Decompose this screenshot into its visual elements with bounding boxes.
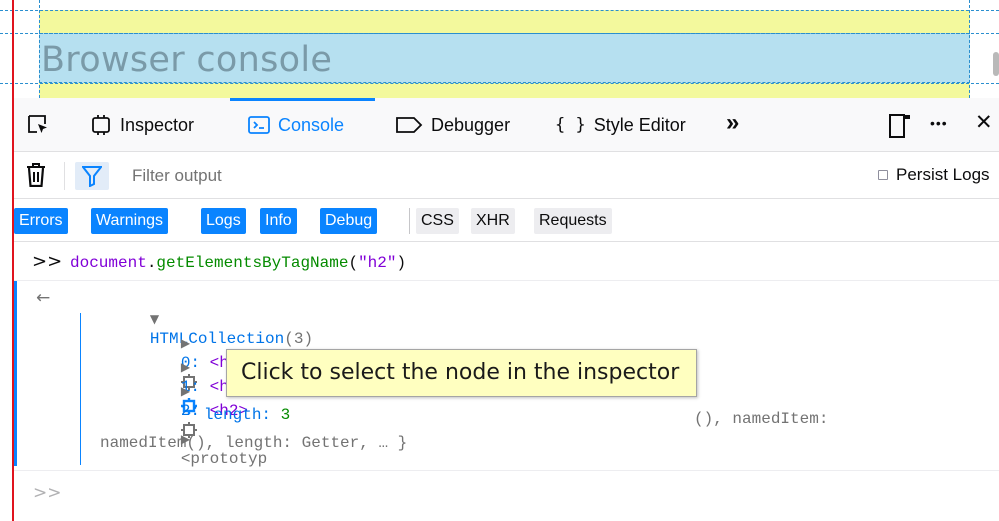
console-icon	[248, 116, 270, 134]
tab-debugger-label: Debugger	[431, 114, 511, 135]
highlighter-guide-top	[0, 10, 999, 11]
console-filter-bar: Persist Logs	[14, 153, 999, 199]
level-filter-separator	[409, 208, 410, 234]
style-editor-icon: { }	[555, 115, 586, 135]
command-method: getElementsByTagName	[156, 254, 349, 272]
command-close-paren: )	[396, 254, 407, 272]
filter-requests-button[interactable]: Requests	[534, 208, 612, 234]
filter-toggle-button[interactable]	[75, 162, 109, 190]
page-heading: Browser console	[41, 40, 333, 80]
node-select-tooltip: Click to select the node in the inspecto…	[226, 349, 697, 397]
page-preview: Browser console	[0, 0, 999, 98]
filter-output-input[interactable]	[132, 165, 732, 187]
collection-count: (3)	[284, 330, 314, 348]
clear-output-button[interactable]	[25, 163, 47, 192]
inspector-icon	[92, 115, 110, 135]
tab-style-editor-label: Style Editor	[593, 114, 686, 135]
command-prompt-icon: >>	[32, 251, 63, 272]
toolbox-tabbar: Inspector Console Debugger { } Style Edi…	[14, 98, 999, 152]
filter-errors-button[interactable]: Errors	[14, 208, 68, 234]
console-command-row: >> document.getElementsByTagName("h2")	[14, 243, 999, 281]
command-object: document	[70, 254, 147, 272]
length-value: 3	[280, 406, 291, 424]
highlighter-guide-content-top	[0, 33, 999, 34]
tab-inspector[interactable]: Inspector	[90, 98, 194, 152]
highlighter-guide-content-bottom	[0, 83, 999, 84]
chevron-double-right-icon: »	[726, 109, 740, 136]
command-argument: "h2"	[358, 254, 397, 272]
responsive-mode-icon	[889, 114, 910, 138]
page-scrollbar[interactable]	[993, 52, 999, 76]
filter-css-button[interactable]: CSS	[416, 208, 459, 234]
debugger-icon	[396, 117, 423, 133]
persist-logs-label: Persist Logs	[896, 165, 990, 184]
tab-debugger[interactable]: Debugger	[395, 98, 510, 152]
result-arrow-icon: ←	[36, 288, 51, 308]
tab-console-label: Console	[278, 114, 345, 135]
filter-separator	[64, 162, 65, 190]
command-dot: .	[146, 254, 157, 272]
dock-options-button[interactable]	[888, 113, 912, 145]
console-level-filters: Errors Warnings Logs Info Debug CSS XHR …	[14, 200, 999, 242]
filter-info-button[interactable]: Info	[260, 208, 297, 234]
tab-console[interactable]: Console	[248, 98, 344, 152]
tab-inspector-label: Inspector	[120, 114, 195, 135]
trash-icon	[27, 163, 45, 188]
meatball-menu-button[interactable]: •••	[930, 115, 948, 131]
meatball-icon: •••	[930, 115, 948, 131]
persist-logs-checkbox[interactable]	[878, 170, 888, 180]
element-picker-icon	[28, 115, 47, 133]
element-picker-button[interactable]	[26, 113, 50, 142]
filter-xhr-button[interactable]: XHR	[471, 208, 515, 234]
result-focus-bar	[14, 281, 17, 466]
prototype-text-continued: namedItem(), length: Getter, … }	[100, 434, 408, 452]
filter-debug-button[interactable]: Debug	[320, 208, 378, 234]
close-icon: ✕	[975, 111, 993, 134]
command-text[interactable]: document.getElementsByTagName("h2")	[70, 254, 406, 272]
tabs-overflow-button[interactable]: »	[726, 109, 739, 137]
filter-funnel-icon	[82, 166, 102, 187]
close-toolbox-button[interactable]: ✕	[975, 110, 993, 135]
tab-style-editor[interactable]: { } Style Editor	[555, 98, 686, 152]
filter-warnings-button[interactable]: Warnings	[91, 208, 168, 234]
persist-logs-toggle[interactable]: Persist Logs	[878, 165, 990, 185]
command-open-paren: (	[348, 254, 359, 272]
prototype-text-end: (), namedItem:	[694, 410, 829, 428]
devtools-toolbox: Inspector Console Debugger { } Style Edi…	[14, 98, 999, 521]
console-input-prompt-icon[interactable]: >>	[33, 483, 62, 503]
filter-logs-button[interactable]: Logs	[201, 208, 246, 234]
